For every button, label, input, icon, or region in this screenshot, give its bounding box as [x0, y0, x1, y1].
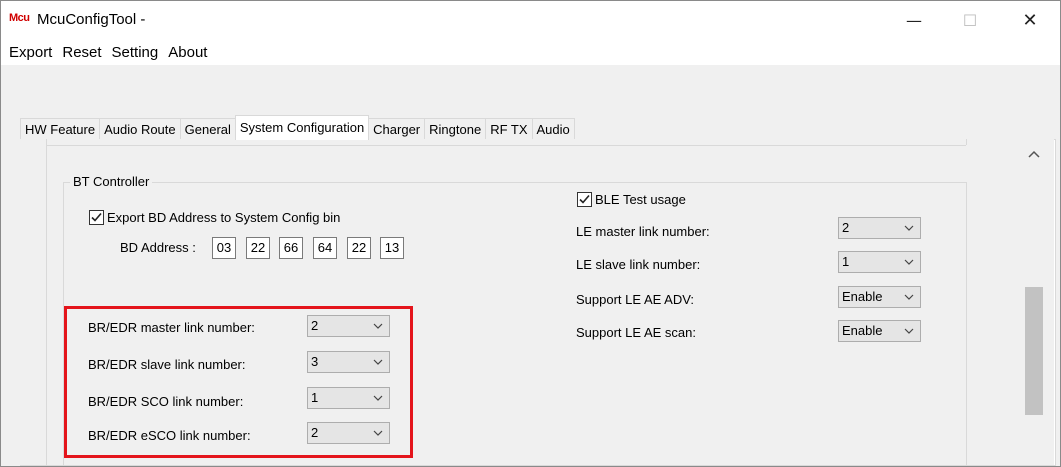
tab-audio[interactable]: Audio — [531, 118, 575, 140]
chevron-down-icon — [904, 259, 914, 265]
le-ae-adv-select[interactable]: Enable — [838, 286, 921, 308]
menu-setting[interactable]: Setting — [108, 44, 163, 61]
menu-about[interactable]: About — [164, 44, 211, 61]
le-slave-select[interactable]: 1 — [838, 251, 921, 273]
chevron-down-icon — [373, 359, 383, 365]
tab-strip: HW Feature Audio Route General System Co… — [20, 115, 575, 140]
close-icon: ✕ — [1022, 9, 1038, 31]
menu-bar: Export Reset Setting About — [1, 39, 1060, 65]
br-edr-master-select[interactable]: 2 — [307, 315, 390, 337]
tab-general[interactable]: General — [179, 118, 236, 140]
br-edr-slave-value: 3 — [311, 354, 319, 369]
bd-address-byte-4[interactable]: 64 — [313, 237, 337, 259]
chevron-down-icon — [904, 225, 914, 231]
export-bd-address-label[interactable]: Export BD Address to System Config bin — [107, 210, 340, 225]
scrollbar-thumb[interactable] — [1025, 287, 1043, 415]
le-ae-scan-value: Enable — [842, 323, 883, 338]
tab-charger[interactable]: Charger — [368, 118, 426, 140]
ble-test-usage-label[interactable]: BLE Test usage — [595, 192, 686, 207]
bd-address-byte-3[interactable]: 66 — [279, 237, 303, 259]
maximize-button[interactable]: ☐ — [947, 5, 993, 35]
chevron-down-icon — [373, 430, 383, 436]
br-edr-esco-select[interactable]: 2 — [307, 422, 390, 444]
le-slave-value: 1 — [842, 254, 850, 269]
bd-address-label: BD Address : — [120, 240, 196, 255]
le-master-value: 2 — [842, 220, 850, 235]
le-master-select[interactable]: 2 — [838, 217, 921, 239]
tab-audio-route[interactable]: Audio Route — [99, 118, 181, 140]
bd-address-byte-5[interactable]: 22 — [347, 237, 371, 259]
tab-hw-feature[interactable]: HW Feature — [20, 118, 101, 140]
chevron-down-icon — [373, 395, 383, 401]
menu-export[interactable]: Export — [5, 44, 56, 61]
br-edr-esco-value: 2 — [311, 425, 319, 440]
chevron-down-icon — [904, 294, 914, 300]
tab-ringtone[interactable]: Ringtone — [424, 118, 487, 140]
bd-address-byte-2[interactable]: 22 — [246, 237, 270, 259]
br-edr-master-value: 2 — [311, 318, 319, 333]
chevron-down-icon — [904, 328, 914, 334]
minimize-icon: — — [906, 10, 922, 30]
bd-address-byte-1[interactable]: 03 — [212, 237, 236, 259]
br-edr-slave-label: BR/EDR slave link number: — [88, 357, 246, 372]
menu-reset[interactable]: Reset — [58, 44, 105, 61]
minimize-button[interactable]: — — [891, 5, 937, 35]
tab-system-configuration[interactable]: System Configuration — [234, 115, 370, 140]
chevron-down-icon — [373, 323, 383, 329]
le-slave-label: LE slave link number: — [576, 257, 701, 272]
system-config-scroll-area: BT Controller Export BD Address to Syste… — [20, 139, 1020, 465]
br-edr-sco-value: 1 — [311, 390, 319, 405]
br-edr-master-label: BR/EDR master link number: — [88, 320, 255, 335]
ble-test-usage-checkbox[interactable] — [577, 192, 592, 207]
maximize-icon: ☐ — [962, 10, 978, 30]
scroll-up-icon[interactable] — [1025, 147, 1043, 163]
br-edr-sco-select[interactable]: 1 — [307, 387, 390, 409]
window-title: McuConfigTool - — [37, 11, 146, 28]
checkmark-icon — [579, 194, 590, 204]
le-ae-adv-label: Support LE AE ADV: — [576, 292, 695, 307]
bd-address-byte-6[interactable]: 13 — [380, 237, 404, 259]
checkmark-icon — [91, 212, 102, 222]
br-edr-slave-select[interactable]: 3 — [307, 351, 390, 373]
export-bd-address-checkbox[interactable] — [89, 210, 104, 225]
le-ae-scan-label: Support LE AE scan: — [576, 325, 696, 340]
le-master-label: LE master link number: — [576, 224, 710, 239]
section-border — [46, 145, 47, 465]
le-ae-adv-value: Enable — [842, 289, 883, 304]
close-button[interactable]: ✕ — [1007, 5, 1053, 35]
br-edr-sco-label: BR/EDR SCO link number: — [88, 394, 244, 409]
section-divider — [46, 145, 966, 146]
tab-rf-tx[interactable]: RF TX — [485, 118, 533, 140]
title-bar: Mcu McuConfigTool - — ☐ ✕ — [1, 1, 1060, 39]
app-logo-icon: Mcu — [9, 12, 30, 24]
bt-controller-title: BT Controller — [70, 174, 153, 189]
le-ae-scan-select[interactable]: Enable — [838, 320, 921, 342]
section-border — [966, 139, 967, 145]
br-edr-esco-label: BR/EDR eSCO link number: — [88, 428, 251, 443]
